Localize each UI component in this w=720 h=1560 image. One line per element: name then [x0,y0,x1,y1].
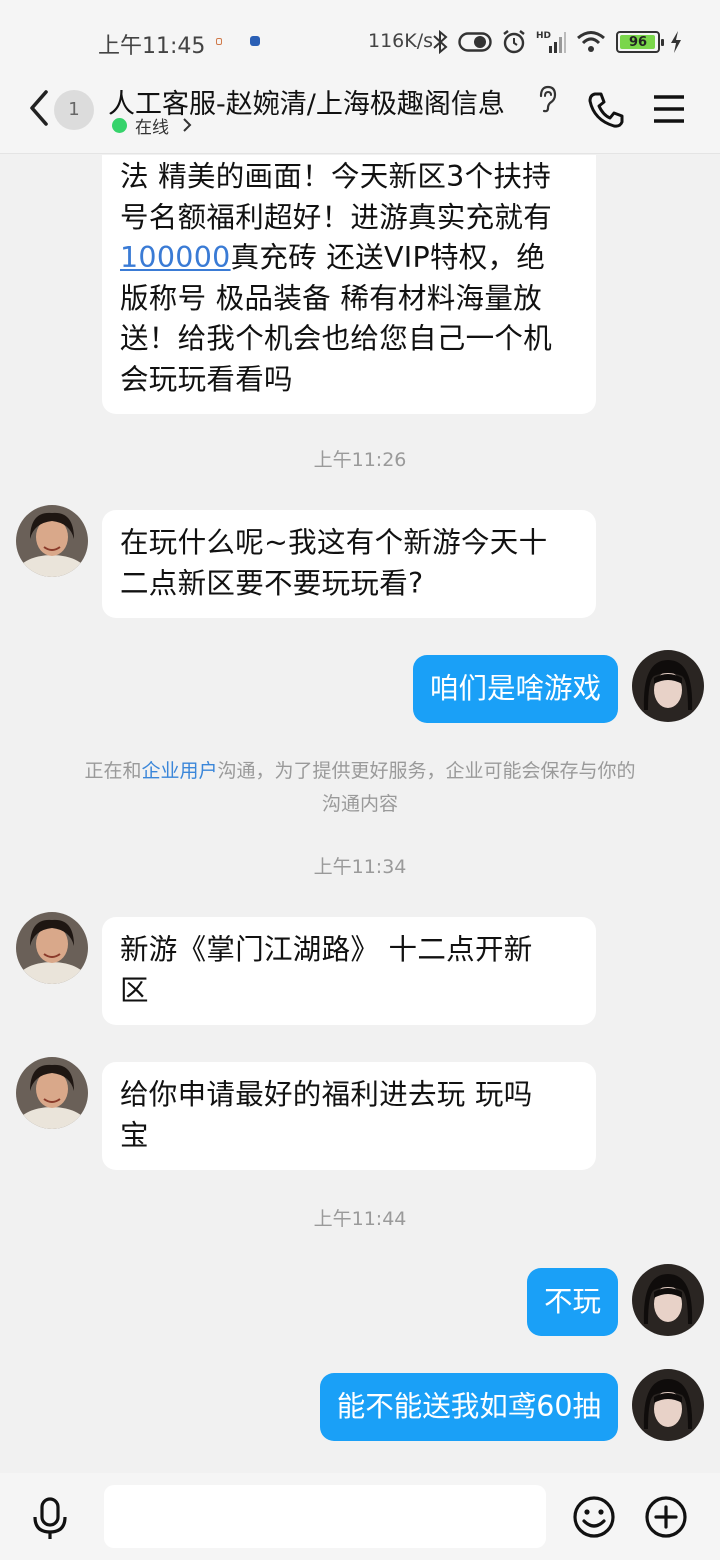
signal-icon: HD [536,31,566,53]
ear-icon[interactable] [535,84,559,114]
incoming-message[interactable]: 给你申请最好的福利进去玩 玩吗 宝 [102,1062,596,1170]
message-line: 版称号 极品装备 稀有材料海量放 [120,281,542,315]
message-input[interactable] [104,1485,546,1548]
message-line: 区 [120,973,149,1007]
online-dot [112,117,127,133]
outgoing-message[interactable]: 咱们是啥游戏 [412,655,618,723]
timestamp: 上午11:26 [313,449,407,471]
chat-area[interactable]: 法 精美的画面！今天新区3个扶持 号名额福利超好！进游真实充就有 100000真… [0,155,720,1473]
message-line: 在玩什么呢~我这有个新游今天十 [120,526,548,559]
agent-avatar[interactable] [16,505,88,577]
app-notification-icon [250,36,260,46]
outgoing-message[interactable]: 不玩 [526,1268,618,1336]
incoming-message[interactable]: 在玩什么呢~我这有个新游今天十 二点新区要不要玩玩看? [102,510,596,618]
emoji-icon[interactable] [572,1495,616,1539]
message-line: 送！给我个机会也给您自己一个机 [120,322,553,355]
agent-avatar[interactable] [16,912,88,984]
user-avatar[interactable] [632,650,704,722]
message-line: 二点新区要不要玩玩看? [120,566,424,600]
message-line: 号名额福利超好！进游真实充就有 [120,200,553,234]
user-avatar[interactable] [632,1369,704,1441]
message-line: 100000真充砖 还送VIP特权，绝 [120,241,546,274]
message-line: 新游《掌门江湖路》 十二点开新 [120,933,533,966]
notification-icon [216,38,222,45]
network-speed: 116K/s [368,30,434,52]
status-icons: HD 96 [432,26,682,58]
online-status[interactable]: 在线 [112,112,193,138]
battery-level: 96 [628,34,648,50]
message-line: 会玩玩看看吗 [120,362,293,396]
timestamp: 上午11:44 [313,1208,407,1230]
svg-text:HD: HD [536,31,551,41]
message-line: 给你申请最好的福利进去玩 玩吗 [120,1078,533,1111]
number-link[interactable]: 100000 [120,241,231,274]
incoming-message[interactable]: 新游《掌门江湖路》 十二点开新 区 [102,917,596,1025]
wifi-icon [577,31,605,52]
input-bar [0,1473,720,1560]
chevron-right-icon [183,118,192,132]
phone-icon[interactable] [586,90,626,130]
unread-badge[interactable]: 1 [54,90,94,130]
alarm-icon [503,30,525,54]
online-label: 在线 [135,117,169,138]
back-icon[interactable] [24,88,54,128]
enterprise-user-link[interactable]: 企业用户 [141,760,217,782]
agent-avatar[interactable] [16,1057,88,1129]
charging-icon [671,31,681,53]
status-time: 上午11:45 [98,34,206,59]
chat-header: 1 人工客服-赵婉清/上海极趣阁信息 在线 [0,82,720,154]
menu-icon[interactable] [652,92,686,126]
toggle-icon [458,32,492,52]
battery-icon: 96 [616,31,664,53]
plus-icon[interactable] [644,1495,688,1539]
bluetooth-icon [433,30,448,54]
status-bar: 上午11:45 116K/s HD 96 [0,0,720,82]
user-avatar[interactable] [632,1264,704,1336]
enterprise-notice: 正在和企业用户沟通，为了提供更好服务，企业可能会保存与你的 沟通内容 [84,760,636,815]
incoming-message[interactable]: 法 精美的画面！今天新区3个扶持 号名额福利超好！进游真实充就有 100000真… [102,155,596,414]
timestamp: 上午11:34 [313,856,407,878]
message-line: 宝 [120,1118,149,1152]
microphone-icon[interactable] [30,1497,70,1541]
outgoing-message[interactable]: 能不能送我如鸢60抽 [319,1373,618,1441]
message-line: 法 精美的画面！今天新区3个扶持 [120,160,551,193]
